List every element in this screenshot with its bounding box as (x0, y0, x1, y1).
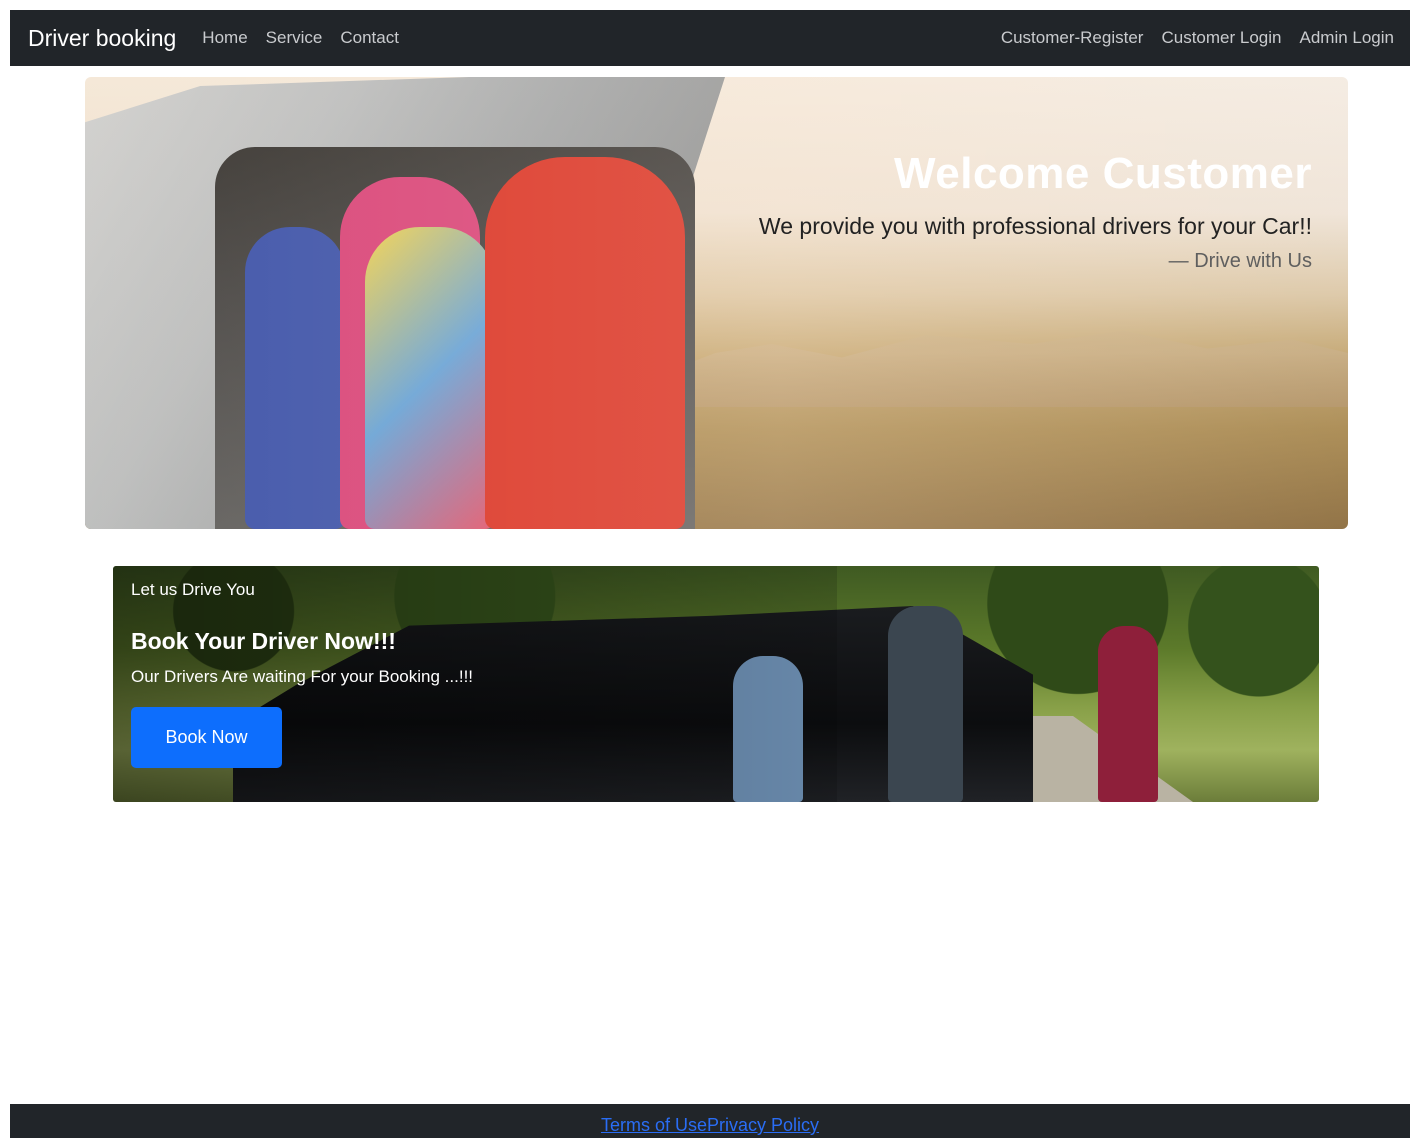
hero-overlay (85, 77, 1348, 529)
booking-kicker: Let us Drive You (131, 580, 255, 599)
hero-banner: Welcome Customer We provide you with pro… (85, 77, 1348, 529)
nav-contact-link[interactable]: Contact (340, 28, 399, 48)
banner-person-image (1098, 626, 1158, 802)
nav-admin-login-link[interactable]: Admin Login (1299, 28, 1394, 48)
terms-of-use-link[interactable]: Terms of Use (601, 1115, 707, 1136)
nav-left-links: Home Service Contact (202, 28, 417, 48)
privacy-policy-link[interactable]: Privacy Policy (707, 1115, 819, 1136)
book-now-button[interactable]: Book Now (131, 707, 282, 768)
hero-caption: Welcome Customer We provide you with pro… (672, 149, 1312, 273)
top-navbar: Driver booking Home Service Contact Cust… (10, 10, 1410, 66)
page: Driver booking Home Service Contact Cust… (0, 0, 1418, 1138)
nav-customer-login-link[interactable]: Customer Login (1161, 28, 1281, 48)
booking-banner: Let us Drive You Book Your Driver Now!!!… (113, 566, 1319, 802)
banner-person-image (888, 606, 963, 802)
booking-text: Our Drivers Are waiting For your Booking… (131, 667, 474, 686)
nav-right-links: Customer-Register Customer Login Admin L… (983, 28, 1394, 48)
hero-subtitle: We provide you with professional drivers… (758, 213, 1312, 239)
nav-customer-register-link[interactable]: Customer-Register (1001, 28, 1144, 48)
brand-link[interactable]: Driver booking (28, 25, 176, 52)
nav-service-link[interactable]: Service (266, 28, 323, 48)
page-footer: Terms of Use Privacy Policy (10, 1104, 1410, 1138)
booking-title: Book Your Driver Now!!! (131, 628, 396, 654)
hero-title: Welcome Customer (894, 149, 1312, 198)
hero-signature: — Drive with Us (1168, 250, 1312, 272)
booking-content: Let us Drive You Book Your Driver Now!!!… (131, 580, 473, 768)
nav-home-link[interactable]: Home (202, 28, 247, 48)
